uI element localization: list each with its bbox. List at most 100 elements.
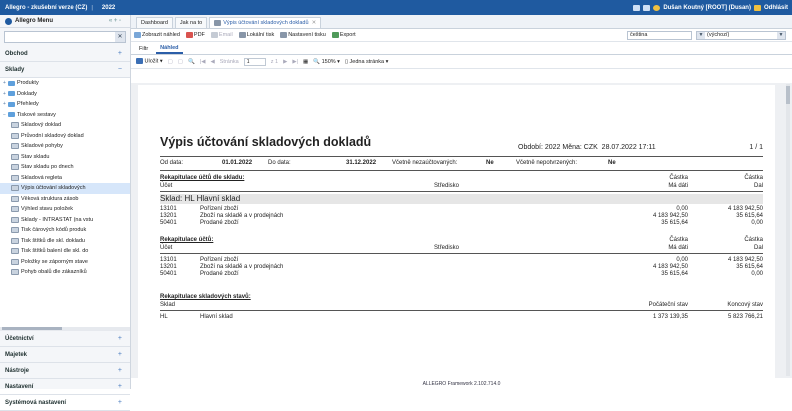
report-page: Výpis účtování skladových dokladů Období… bbox=[138, 85, 775, 378]
chevron-down-icon[interactable]: ▼ bbox=[697, 32, 705, 39]
divider bbox=[160, 156, 763, 157]
col-md: Má dáti bbox=[668, 183, 688, 189]
expand-icon[interactable]: + bbox=[118, 399, 122, 406]
logout-icon[interactable] bbox=[753, 4, 761, 11]
subtab-filtr[interactable]: Filtr bbox=[135, 43, 152, 54]
tree-report-item[interactable]: Pohyb obalů dle zákazníků bbox=[0, 267, 130, 278]
tree-report-item[interactable]: Tisk štítků dle skl. dokladu bbox=[0, 236, 130, 247]
tree-report-item[interactable]: Skladový doklad bbox=[0, 120, 130, 131]
tree-report-item[interactable]: Stav skladu po dnech bbox=[0, 162, 130, 173]
page-input[interactable]: 1 bbox=[243, 57, 266, 66]
first-page-icon[interactable]: |◀ bbox=[200, 59, 206, 65]
prev-page-icon[interactable]: ◀ bbox=[211, 59, 215, 65]
copy-icon[interactable]: ▢ bbox=[168, 59, 173, 65]
pdf-button[interactable]: PDF bbox=[185, 32, 205, 38]
viewer-vertical-scrollbar[interactable] bbox=[786, 84, 790, 376]
report-icon bbox=[11, 216, 19, 223]
row-d: 0,00 bbox=[751, 220, 763, 226]
tree-report-item[interactable]: Sklady - INTRASTAT (na vstu bbox=[0, 215, 130, 226]
row-d: 35 615,64 bbox=[736, 264, 763, 270]
tree-report-item[interactable]: Věková struktura zásob bbox=[0, 194, 130, 205]
tab-2[interactable]: Výpis účtování skladových dokladů ✕ bbox=[209, 17, 322, 28]
tree-report-item[interactable]: Průvodní skladový doklad bbox=[0, 131, 130, 142]
tree-report-item[interactable]: Výpis účtování skladových bbox=[0, 183, 130, 194]
tree-report-item[interactable]: Tisk čárových kódů produk bbox=[0, 225, 130, 236]
sidebar-section-obchod[interactable]: Obchod + bbox=[0, 46, 130, 62]
unposted-value: Ne bbox=[486, 160, 494, 166]
tree-report-item[interactable]: Položky se záporným stave bbox=[0, 257, 130, 268]
dropdown-arrow-icon[interactable]: ▼ bbox=[777, 32, 785, 39]
expand-icon[interactable]: + bbox=[118, 335, 122, 342]
sidebar-section-systémová nastavení[interactable]: Systémová nastavení + bbox=[0, 395, 130, 411]
report-icon bbox=[11, 269, 19, 276]
col-amount2: Částka bbox=[744, 237, 763, 243]
sidebar-section-sklady[interactable]: Sklady − bbox=[0, 62, 130, 78]
report-icon bbox=[11, 122, 19, 129]
tab-1[interactable]: Jak na to bbox=[174, 17, 208, 28]
sidebar-section-nastavení[interactable]: Nastavení + bbox=[0, 379, 130, 395]
print-icon[interactable]: ▢ bbox=[178, 59, 183, 65]
tree-folder[interactable]: − Tiskové sestavy bbox=[0, 110, 130, 121]
print-settings-button[interactable]: Nastavení tisku bbox=[280, 32, 326, 38]
preview-button[interactable]: Zobrazit náhled bbox=[134, 32, 180, 38]
preview-label: Zobrazit náhled bbox=[142, 32, 180, 38]
tree-report-item[interactable]: Tisk štítků balení dle skl. do bbox=[0, 246, 130, 257]
tree-folder[interactable]: + Produkty bbox=[0, 78, 130, 89]
last-page-icon[interactable]: ▶| bbox=[292, 59, 298, 65]
tree-report-item[interactable]: Stav skladu bbox=[0, 152, 130, 163]
tree-report-item[interactable]: Skladová regleta bbox=[0, 173, 130, 184]
sidebar-section-majetek[interactable]: Majetek + bbox=[0, 347, 130, 363]
tree-report-item[interactable]: Výhled stavu položek bbox=[0, 204, 130, 215]
report-icon bbox=[11, 143, 19, 150]
clear-search-icon[interactable]: ✕ bbox=[115, 32, 125, 42]
tree-folder[interactable]: + Přehledy bbox=[0, 99, 130, 110]
view-mode-icon[interactable]: ▦ bbox=[303, 59, 308, 65]
expand-icon[interactable]: + bbox=[118, 351, 122, 358]
sidebar-controls[interactable]: « + - bbox=[109, 18, 121, 24]
menu-search-input[interactable]: ✕ bbox=[4, 31, 126, 43]
next-page-icon[interactable]: ▶ bbox=[283, 59, 287, 65]
page-layout-button[interactable]: ▯ Jedna stránka ▾ bbox=[345, 59, 388, 65]
from-label: Od data: bbox=[160, 160, 184, 166]
tab-label: Výpis účtování skladových dokladů bbox=[223, 20, 309, 26]
export-button[interactable]: Export bbox=[331, 32, 356, 38]
expand-icon[interactable]: + bbox=[118, 50, 122, 57]
mail-icon[interactable] bbox=[643, 4, 651, 11]
logout-link[interactable]: Odhlásit bbox=[764, 5, 788, 11]
row-name: Pořízení zboží bbox=[200, 206, 239, 212]
save-label: Uložit bbox=[144, 58, 159, 65]
row-account: 13101 bbox=[160, 206, 177, 212]
window-icon[interactable] bbox=[633, 4, 641, 11]
close-icon[interactable]: ✕ bbox=[312, 20, 317, 26]
unconfirmed-label: Včetně nepotvrzených: bbox=[516, 160, 578, 166]
report-icon bbox=[11, 174, 19, 181]
sidebar-section-nástroje[interactable]: Nástroje + bbox=[0, 363, 130, 379]
report-viewer: Výpis účtování skladových dokladů Období… bbox=[131, 83, 792, 378]
print-date: 28.07.2022 17:11 bbox=[601, 144, 656, 151]
zoom-button[interactable]: 🔍 150% ▾ bbox=[313, 59, 340, 65]
report-icon bbox=[11, 132, 19, 139]
language-select[interactable]: čeština bbox=[627, 31, 692, 40]
tree-folder[interactable]: + Doklady bbox=[0, 89, 130, 100]
local-print-button[interactable]: Lokální tisk bbox=[238, 32, 274, 38]
tree-item-label: Přehledy bbox=[17, 101, 39, 108]
tab-0[interactable]: Dashboard bbox=[136, 17, 173, 28]
sidebar-header: Allegro Menu « + - bbox=[0, 15, 130, 28]
user-name[interactable]: Dušan Koutný [ROOT] (Dusan) bbox=[663, 5, 751, 11]
save-button[interactable]: Uložit ▾ bbox=[136, 58, 163, 65]
sidebar-section-účetnictví[interactable]: Účetnictví + bbox=[0, 331, 130, 347]
row-name: Zboží na skladě a v prodejnách bbox=[200, 213, 284, 219]
variant-select[interactable]: ▼ (výchozí) ▼ bbox=[696, 31, 786, 40]
expand-icon[interactable]: + bbox=[118, 367, 122, 374]
subtab-náhled[interactable]: Náhled bbox=[156, 43, 183, 54]
tree-item-label: Skladový doklad bbox=[21, 122, 62, 129]
expand-icon[interactable]: − bbox=[118, 66, 122, 73]
tree-report-item[interactable]: Skladové pohyby bbox=[0, 141, 130, 152]
allegro-logo-icon bbox=[5, 17, 12, 25]
user-icon bbox=[653, 4, 661, 11]
tab-label: Dashboard bbox=[141, 20, 168, 26]
pdf-icon bbox=[185, 32, 193, 38]
email-button[interactable]: Email bbox=[210, 32, 233, 38]
find-icon[interactable]: 🔍 bbox=[188, 59, 195, 65]
warehouse-band bbox=[160, 194, 763, 204]
